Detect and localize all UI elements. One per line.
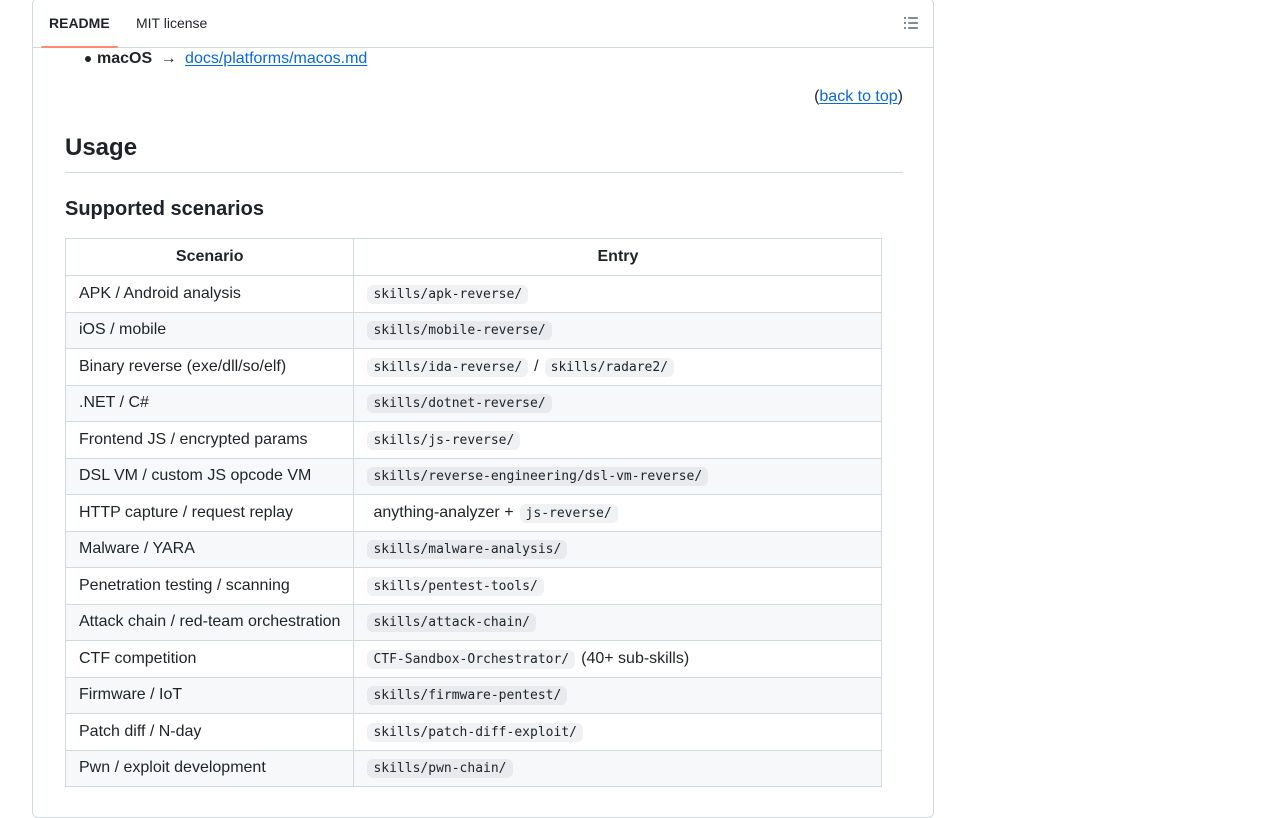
scenario-cell: iOS / mobile <box>64 311 355 349</box>
table-row: Attack chain / red-team orchestration ski… <box>64 603 883 641</box>
scenario-cell: Binary reverse (exe/dll/so/elf) <box>64 348 355 386</box>
entry-cell: skills/patch-diff-exploit/ <box>353 713 883 751</box>
entry-text: anything-analyzer + <box>373 503 514 521</box>
entry-path-code: skills/mobile-reverse/ <box>367 321 552 341</box>
entry-cell: anything-analyzer + js-reverse/ <box>353 494 883 532</box>
table-row: HTTP capture / request replay anything-an… <box>64 494 883 532</box>
list-item-macos: macOS → docs/platforms/macos.md <box>85 48 367 70</box>
arrow-glyph: → <box>160 50 177 67</box>
entry-cell: skills/firmware-pentest/ <box>353 676 883 714</box>
scenario-cell: Attack chain / red-team orchestration <box>64 603 355 641</box>
scenario-cell: Malware / YARA <box>64 530 355 568</box>
entry-path-code: CTF-Sandbox-Orchestrator/ <box>367 649 576 669</box>
table-row: Firmware / IoT skills/firmware-pentest/ <box>64 676 883 714</box>
entry-cell: skills/malware-analysis/ <box>353 530 883 568</box>
table-row: .NET / C# skills/dotnet-reverse/ <box>64 384 883 422</box>
scenario-cell: HTTP capture / request replay <box>64 494 355 532</box>
readme-panel: README MIT license macOS → docs/platform… <box>32 0 934 818</box>
tab-readme[interactable]: README <box>41 1 118 48</box>
table-row: Penetration testing / scanning skills/pen… <box>64 567 883 605</box>
scenario-cell: Firmware / IoT <box>64 676 355 714</box>
entry-cell: skills/reverse-engineering/dsl-vm-revers… <box>353 457 883 495</box>
entry-cell: skills/pentest-tools/ <box>353 567 883 605</box>
entry-path-code: skills/malware-analysis/ <box>367 540 568 560</box>
paren-close: ) <box>897 88 903 105</box>
entry-path-code: skills/pentest-tools/ <box>367 576 544 596</box>
back-to-top: (back to top) <box>814 86 903 108</box>
table-row: Patch diff / N-day skills/patch-diff-expl… <box>64 713 883 751</box>
tab-mit-license[interactable]: MIT license <box>128 1 215 47</box>
scenarios-table: Scenario Entry APK / Android analysis ski… <box>64 238 883 787</box>
macos-doc-link[interactable]: docs/platforms/macos.md <box>185 50 367 67</box>
scenario-cell: CTF competition <box>64 640 355 678</box>
entry-path-code: skills/ida-reverse/ <box>367 357 529 377</box>
outline-button[interactable] <box>897 9 925 37</box>
bullet-dot <box>85 56 91 62</box>
entry-path-code: skills/dotnet-reverse/ <box>367 394 552 414</box>
entry-cell: skills/apk-reverse/ <box>353 275 883 313</box>
entry-cell: CTF-Sandbox-Orchestrator/ (40+ sub-skills… <box>353 640 883 678</box>
header-scenario: Scenario <box>64 238 355 276</box>
entry-cell: skills/attack-chain/ <box>353 603 883 641</box>
entry-path-code: skills/reverse-engineering/dsl-vm-revers… <box>367 467 709 487</box>
table-body: APK / Android analysis skills/apk-reverse… <box>64 275 883 787</box>
readme-tabs: README MIT license <box>33 1 933 48</box>
scenario-cell: APK / Android analysis <box>64 275 355 313</box>
scenario-cell: Frontend JS / encrypted params <box>64 421 355 459</box>
entry-cell: skills/ida-reverse/ / skills/radare2/ <box>353 348 883 386</box>
scenario-cell: DSL VM / custom JS opcode VM <box>64 457 355 495</box>
table-row: Frontend JS / encrypted params skills/js-… <box>64 421 883 459</box>
table-row: DSL VM / custom JS opcode VM skills/rever… <box>64 457 883 495</box>
table-row: Pwn / exploit development skills/pwn-chai… <box>64 749 883 787</box>
entry-cell: skills/mobile-reverse/ <box>353 311 883 349</box>
table-row: iOS / mobile skills/mobile-reverse/ <box>64 311 883 349</box>
scenario-cell: Patch diff / N-day <box>64 713 355 751</box>
back-to-top-link[interactable]: back to top <box>819 88 897 105</box>
heading-divider <box>65 172 903 173</box>
platform-label: macOS <box>97 50 153 67</box>
table-row: APK / Android analysis skills/apk-reverse… <box>64 275 883 313</box>
scenario-cell: Pwn / exploit development <box>64 749 355 787</box>
entry-path-code: skills/js-reverse/ <box>367 430 521 450</box>
table-row: Binary reverse (exe/dll/so/elf) skills/id… <box>64 348 883 386</box>
entry-cell: skills/pwn-chain/ <box>353 749 883 787</box>
entry-path-code: skills/firmware-pentest/ <box>367 686 568 706</box>
entry-cell: skills/js-reverse/ <box>353 421 883 459</box>
header-entry: Entry <box>353 238 883 276</box>
table-header-row: Scenario Entry <box>64 238 883 276</box>
entry-cell: skills/dotnet-reverse/ <box>353 384 883 422</box>
supported-scenarios-heading: Supported scenarios <box>65 198 264 220</box>
scenario-cell: .NET / C# <box>64 384 355 422</box>
usage-heading: Usage <box>65 134 138 161</box>
entry-text: / <box>534 357 539 375</box>
entry-path-code: skills/patch-diff-exploit/ <box>367 722 583 742</box>
table-row: CTF competition CTF-Sandbox-Orchestrator/… <box>64 640 883 678</box>
entry-path-code: skills/radare2/ <box>544 357 675 377</box>
table-row: Malware / YARA skills/malware-analysis/ <box>64 530 883 568</box>
entry-text: (40+ sub-skills) <box>581 649 690 667</box>
entry-path-code: skills/apk-reverse/ <box>367 284 529 304</box>
list-unordered-icon <box>904 17 918 29</box>
entry-path-code: js-reverse/ <box>519 503 618 523</box>
entry-path-code: skills/pwn-chain/ <box>367 759 513 779</box>
entry-path-code: skills/attack-chain/ <box>367 613 536 633</box>
scenario-cell: Penetration testing / scanning <box>64 567 355 605</box>
